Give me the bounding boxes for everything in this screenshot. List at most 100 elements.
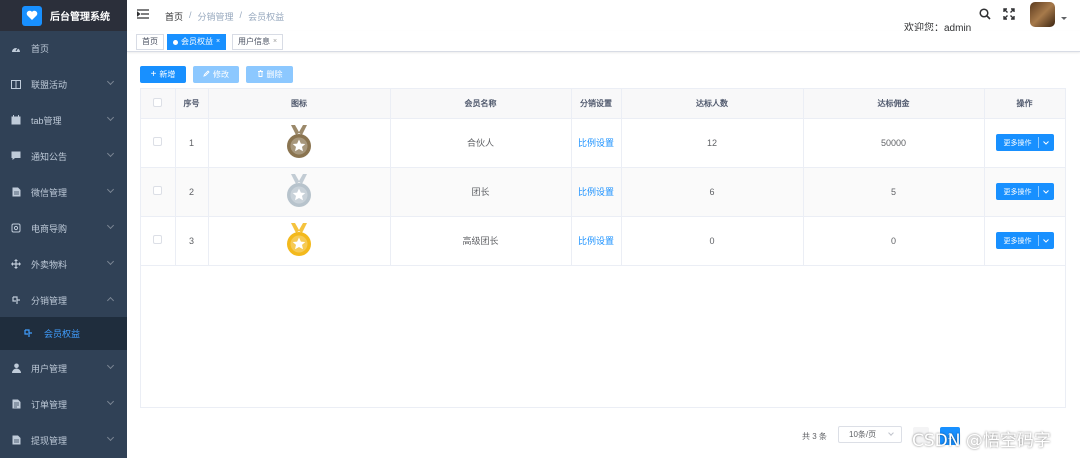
table-row: 2 团长 比例设置 6 5 更多操作: [141, 167, 1066, 217]
more-actions-button[interactable]: 更多操作: [995, 232, 1054, 249]
withdraw-icon: [11, 435, 21, 445]
heart-logo-icon: [22, 5, 42, 26]
shopping-icon: [11, 223, 21, 233]
people-cell: 0: [621, 216, 804, 266]
edit-button-label: 修改: [213, 70, 229, 79]
more-actions-button[interactable]: 更多操作: [995, 183, 1054, 200]
more-actions-label: 更多操作: [1003, 139, 1032, 147]
chevron-down-icon: [106, 149, 115, 158]
sidebar-item[interactable]: 联盟活动: [0, 66, 127, 102]
sidebar: 后台管理系统 首页联盟活动 tab管理通知公告微信管理电商导购外卖物料 分销管理用户…: [0, 0, 127, 458]
sidebar-item-label: 通知公告: [31, 151, 68, 162]
column-header-commission: 达标佣金: [803, 89, 985, 119]
document-icon: [11, 187, 21, 197]
tag-label: 用户信息: [238, 37, 270, 46]
sidebar-item[interactable]: 用户管理: [0, 350, 127, 386]
close-icon[interactable]: ×: [273, 35, 277, 49]
chevron-down-icon[interactable]: [1039, 140, 1054, 145]
name-cell: 团长: [390, 167, 572, 217]
medal-icon: [286, 222, 312, 259]
commission-cell: 0: [803, 216, 985, 266]
commission-cell: 5: [803, 167, 985, 217]
setting-cell: 比例设置: [571, 167, 622, 217]
sidebar-item[interactable]: 电商导购: [0, 210, 127, 246]
sidebar-item[interactable]: 微信管理: [0, 174, 127, 210]
people-cell: 6: [621, 167, 804, 217]
search-icon[interactable]: [979, 8, 991, 22]
page-size-select[interactable]: 10条/页: [838, 426, 902, 443]
logo-area: 后台管理系统: [0, 0, 127, 31]
sidebar-item[interactable]: 首页: [0, 30, 127, 66]
chevron-up-icon: [106, 296, 115, 305]
more-actions-button[interactable]: 更多操作: [995, 134, 1054, 151]
setting-cell: 比例设置: [571, 216, 622, 266]
plus-icon: +: [150, 68, 157, 80]
more-actions-label: 更多操作: [1003, 188, 1032, 196]
people-cell: 12: [621, 118, 804, 168]
sidebar-item-label: 用户管理: [31, 363, 68, 374]
row-checkbox[interactable]: [153, 235, 163, 244]
name-cell: 高级团长: [390, 216, 572, 266]
table-header-row: 序号 图标 会员名称 分销设置 达标人数 达标佣金 操作: [141, 89, 1066, 119]
user-icon: [11, 363, 21, 373]
chevron-down-icon[interactable]: [1039, 238, 1054, 243]
action-cell: 更多操作: [984, 118, 1066, 168]
column-header-icon: 图标: [208, 89, 391, 119]
dashboard-icon: [11, 43, 21, 53]
index-cell: 2: [175, 167, 209, 217]
hamburger-icon[interactable]: [136, 9, 149, 19]
select-all-cell: [141, 89, 176, 119]
tag-home[interactable]: 首页: [136, 34, 164, 50]
edit-button[interactable]: 修改: [193, 66, 239, 83]
sidebar-subitem-member-benefits[interactable]: 会员权益: [0, 317, 127, 350]
fullscreen-icon[interactable]: [1003, 8, 1015, 22]
select-all-checkbox[interactable]: [153, 97, 163, 107]
breadcrumb-distribution: 分销管理: [197, 12, 234, 22]
sidebar-item[interactable]: 外卖物料: [0, 246, 127, 282]
ratio-setting-link[interactable]: 比例设置: [578, 187, 614, 197]
sidebar-item[interactable]: 通知公告: [0, 138, 127, 174]
row-checkbox[interactable]: [153, 186, 163, 195]
sidebar-item-label: 电商导购: [31, 223, 68, 234]
chevron-down-icon: [106, 113, 115, 122]
column-header-people: 达标人数: [621, 89, 804, 119]
tag-member-benefits[interactable]: 会员权益 ×: [167, 34, 227, 50]
sidebar-item[interactable]: 分销管理: [0, 282, 127, 318]
sidebar-item[interactable]: tab管理: [0, 102, 127, 138]
sidebar-item-label: 首页: [31, 43, 50, 54]
table-row: 3 高级团长 比例设置 0 0 更多操作: [141, 216, 1066, 266]
chevron-down-icon: [106, 433, 115, 442]
sidebar-item[interactable]: 提现管理: [0, 422, 127, 458]
chevron-down-icon: [888, 430, 894, 436]
ratio-setting-link[interactable]: 比例设置: [578, 138, 614, 148]
avatar[interactable]: [1030, 2, 1055, 27]
index-cell: 1: [175, 118, 209, 168]
name-cell: 合伙人: [390, 118, 572, 168]
breadcrumb-separator: /: [239, 10, 243, 20]
close-icon[interactable]: ×: [216, 35, 220, 49]
delete-button-label: 删除: [266, 70, 283, 79]
breadcrumb-home[interactable]: 首页: [165, 10, 183, 23]
navbar: 首页 / 分销管理 / 会员权益 欢迎您：admin: [127, 0, 1080, 34]
commission-cell: 50000: [803, 118, 985, 168]
index-cell: 3: [175, 216, 209, 266]
edit-icon: [203, 70, 210, 79]
sidebar-item[interactable]: 订单管理: [0, 386, 127, 422]
column-header-setting: 分销设置: [571, 89, 622, 119]
breadcrumb-current: 会员权益: [248, 12, 285, 22]
column-header-index: 序号: [175, 89, 209, 119]
add-button[interactable]: + 新增: [140, 66, 186, 83]
watermark-text: CSDN @悟空码字: [912, 431, 1051, 451]
page-size-value: 10条/页: [849, 430, 877, 439]
row-checkbox[interactable]: [153, 137, 163, 146]
ratio-setting-link[interactable]: 比例设置: [578, 236, 614, 246]
delete-icon: [257, 70, 264, 79]
table-row: 1 合伙人 比例设置 12 50000 更多操作: [141, 118, 1066, 168]
sidebar-subitem-label: 会员权益: [44, 329, 81, 339]
delete-button[interactable]: 删除: [246, 66, 293, 83]
caret-down-icon[interactable]: [1061, 17, 1067, 20]
action-cell: 更多操作: [984, 167, 1066, 217]
chevron-down-icon[interactable]: [1039, 189, 1054, 194]
chevron-down-icon: [106, 221, 115, 230]
tag-user-info[interactable]: 用户信息 ×: [232, 34, 284, 50]
